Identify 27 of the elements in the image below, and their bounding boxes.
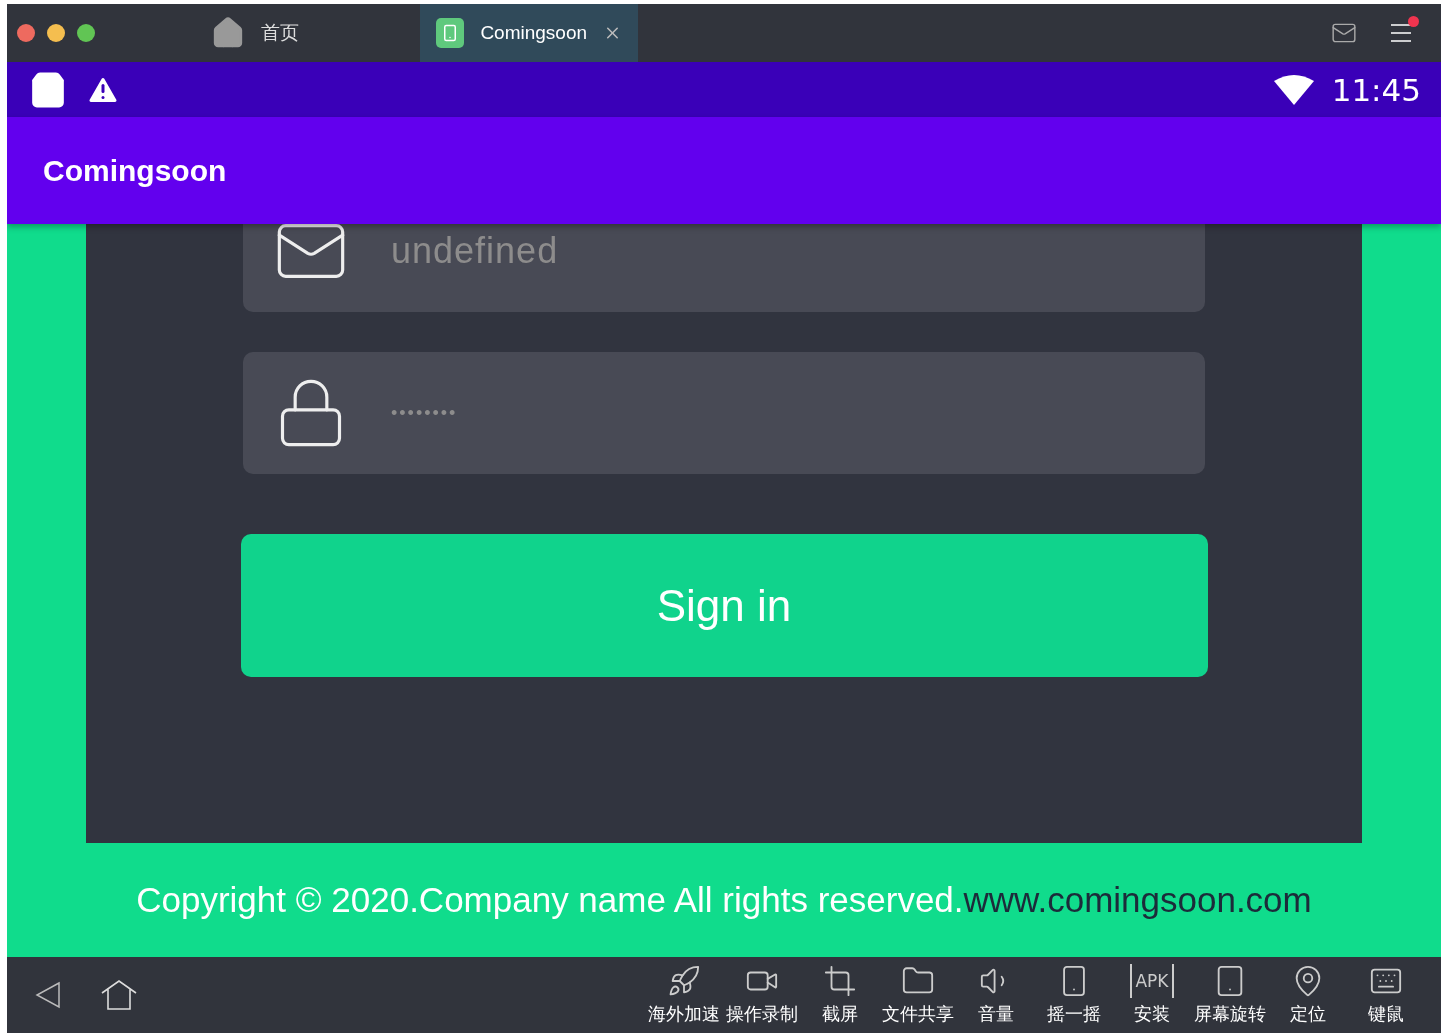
rocket-icon (667, 964, 701, 998)
close-window-dot[interactable] (17, 24, 35, 42)
toolbar-button[interactable]: 文件共享 (879, 964, 957, 1026)
toolbar-button[interactable]: 音量 (957, 964, 1035, 1026)
website-link[interactable]: www.comingsoon.com (963, 880, 1312, 920)
home-icon (211, 16, 245, 50)
home-icon[interactable] (101, 980, 137, 1010)
crop-icon (823, 964, 857, 998)
tab[interactable]: 首页 (195, 4, 420, 62)
toolbar-button[interactable]: 屏幕旋转 (1191, 964, 1269, 1026)
clock-time: 11:45 (1331, 71, 1421, 108)
wifi-icon (1273, 74, 1314, 105)
toolbar-button[interactable]: APK 安装 (1113, 964, 1191, 1026)
toolbar-button[interactable]: 操作录制 (723, 964, 801, 1026)
app-title: Comingsoon (43, 153, 227, 188)
menu-icon[interactable] (1389, 22, 1413, 44)
toolbar-button[interactable]: 键鼠 (1347, 964, 1425, 1026)
copyright-text: Copyright © 2020.Company name All rights reserved. (136, 880, 964, 920)
tab[interactable]: Comingsoon (420, 4, 638, 62)
android-icon (436, 18, 465, 48)
minimize-window-dot[interactable] (47, 24, 65, 42)
toolbar-button[interactable]: 摇一摇 (1035, 964, 1113, 1026)
toolbar-button[interactable]: 定位 (1269, 964, 1347, 1026)
toolbar-button[interactable]: 截屏 (801, 964, 879, 1026)
maximize-window-dot[interactable] (77, 24, 95, 42)
toolbar-button[interactable]: 海外加速 (645, 964, 723, 1026)
back-icon[interactable] (35, 981, 61, 1009)
